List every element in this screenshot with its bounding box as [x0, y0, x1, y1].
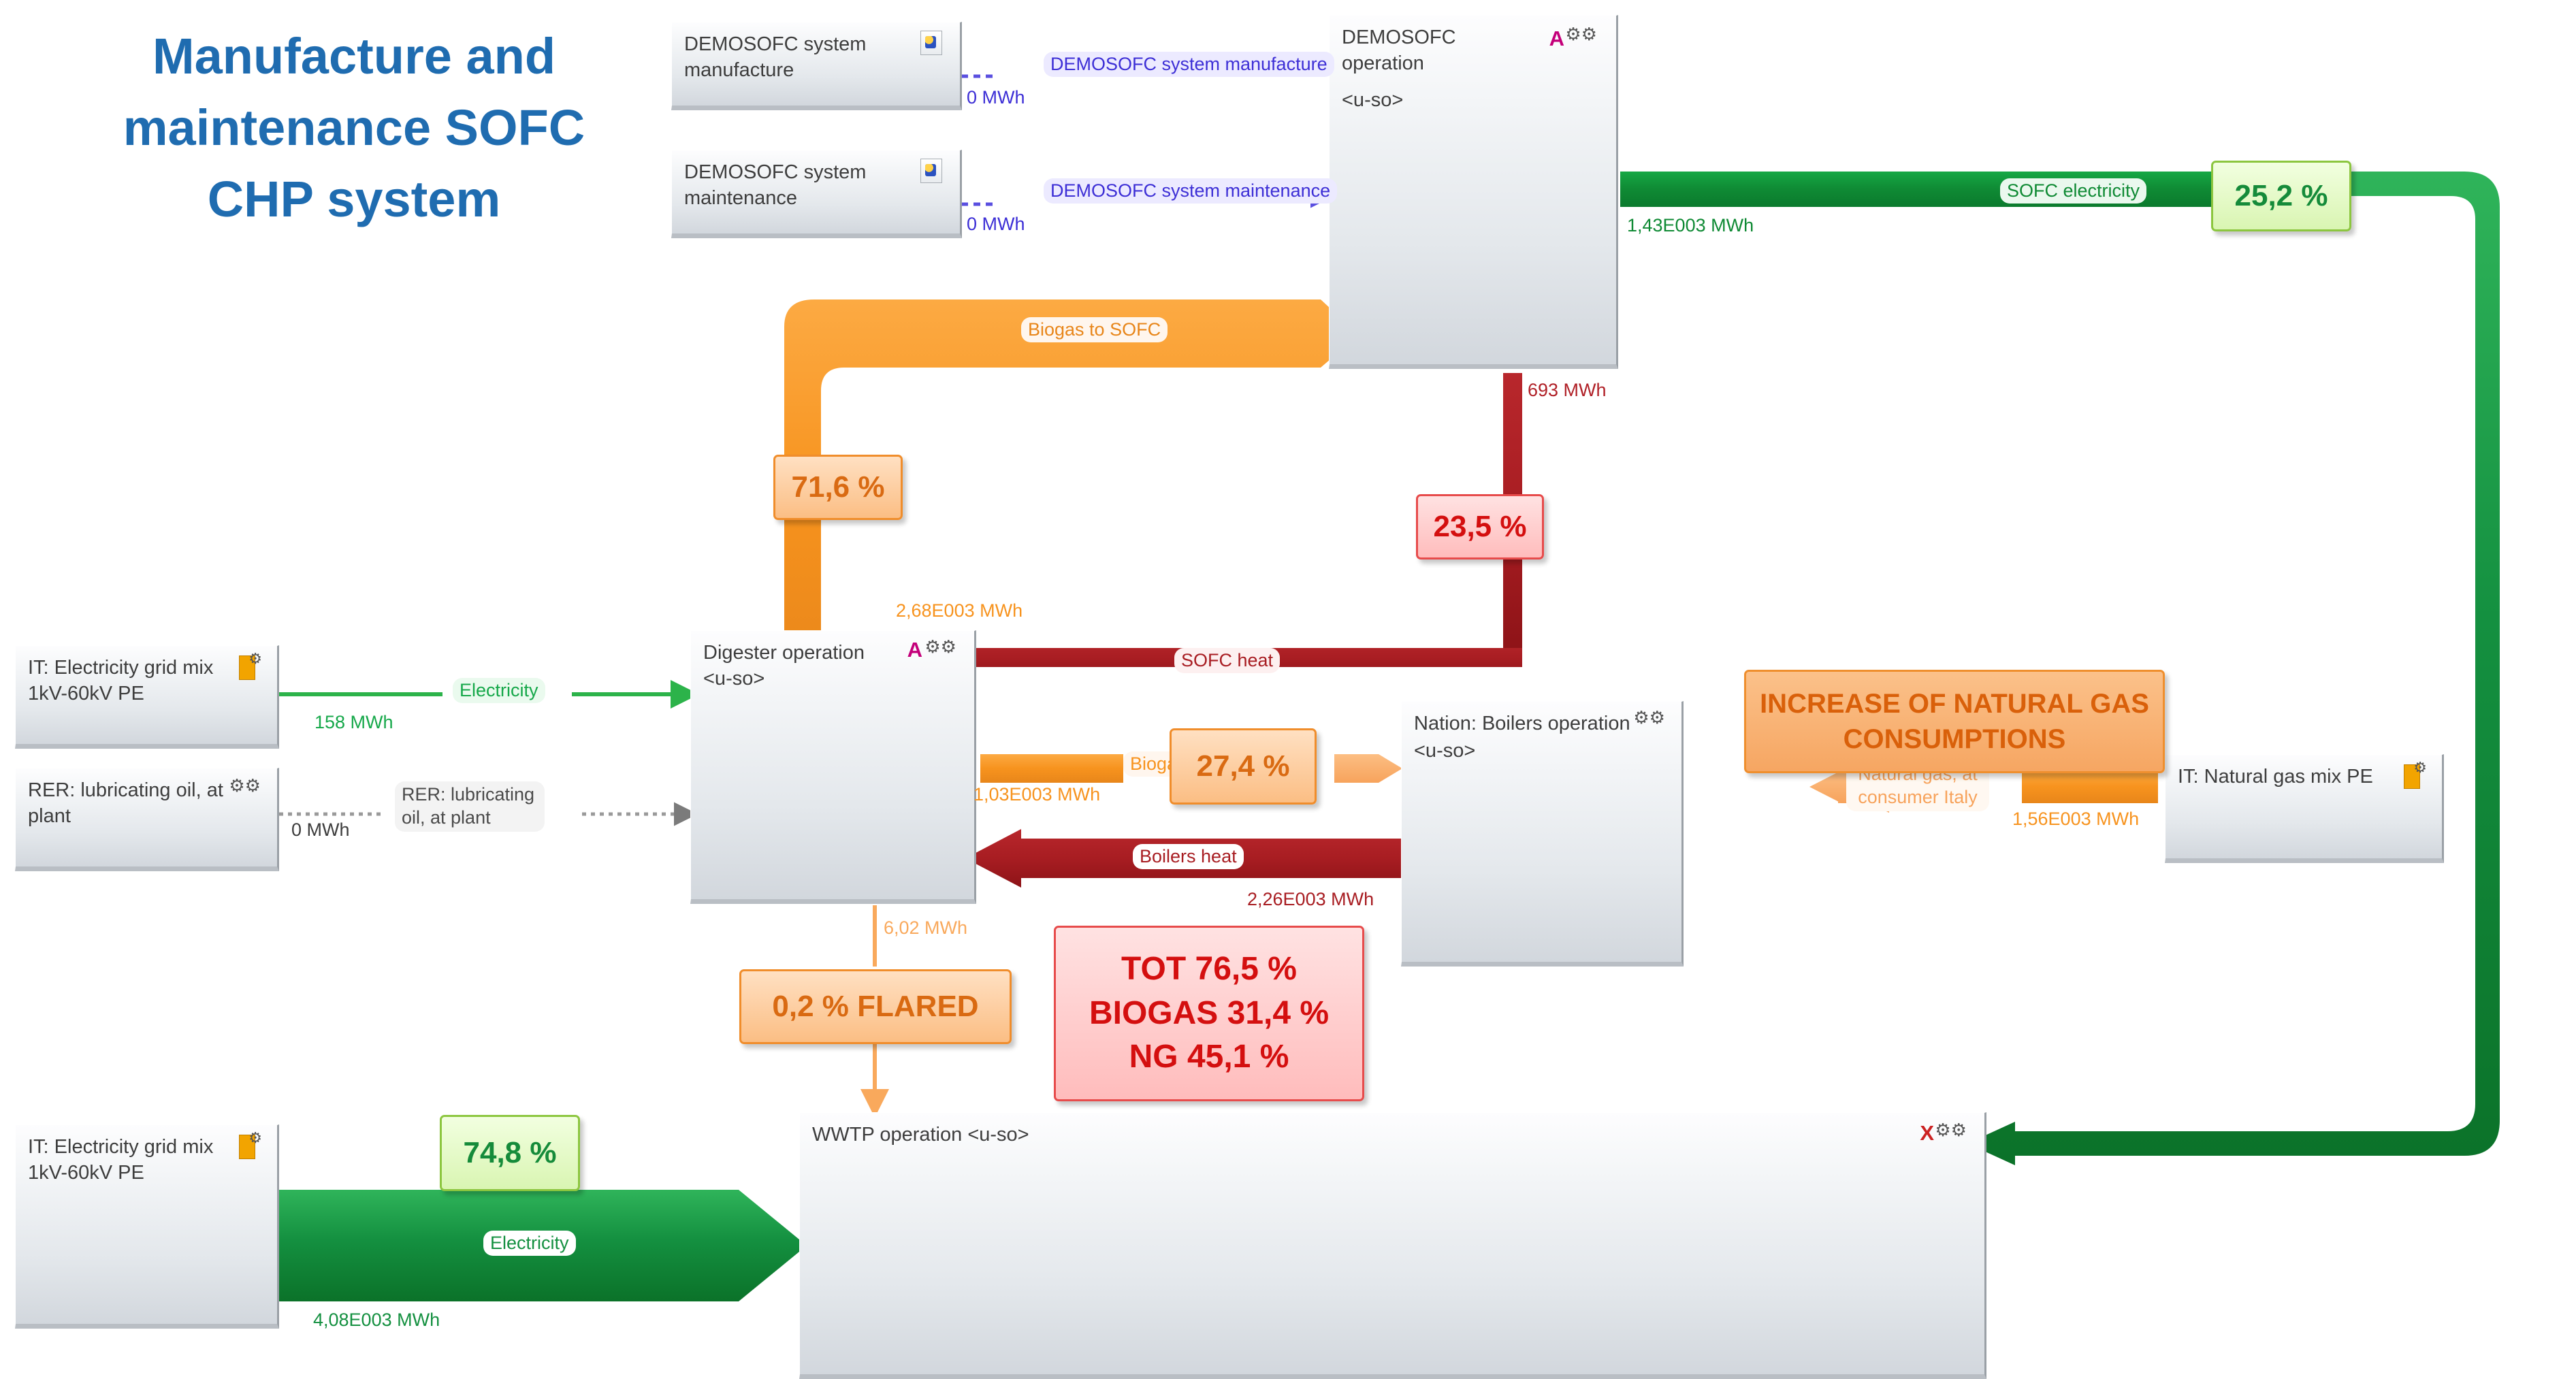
- process-natural-gas-mix[interactable]: IT: Natural gas mix PE ⚙: [2165, 754, 2444, 863]
- flow-value-biogas-boilers: 1,03E003 MWh: [973, 784, 1101, 805]
- flow-value-boilers-heat: 2,26E003 MWh: [1247, 889, 1374, 909]
- process-title: IT: Electricity grid mix 1kV-60kV PE: [28, 657, 214, 704]
- flow-label-lubricating-oil: RER: lubricating oil, at plant: [395, 781, 545, 832]
- chain-icon[interactable]: ⚙⚙: [1935, 1120, 1967, 1141]
- flow-label-sofc-heat: SOFC heat: [1174, 648, 1281, 673]
- flow-label-demosofc-manufacture: DEMOSOFC system manufacture: [1044, 52, 1334, 77]
- flow-label-sofc-electricity: SOFC electricity: [2000, 178, 2147, 204]
- flow-value-demosofc-manufacture: 0 MWh: [967, 87, 1025, 108]
- callout-totals-line-1: TOT 76,5 %: [1121, 950, 1297, 987]
- callout-natural-gas-note: INCREASE OF NATURAL GAS CONSUMPTIONS: [1744, 670, 2165, 773]
- callout-totals-line-3: NG 45,1 %: [1129, 1039, 1289, 1075]
- document-icon: [920, 159, 942, 183]
- gear-icon: ⚙: [248, 1129, 262, 1146]
- callout-totals: TOT 76,5 % BIOGAS 31,4 % NG 45,1 %: [1054, 926, 1364, 1101]
- flow-label-biogas-to-sofc: Biogas to SOFC: [1021, 317, 1168, 342]
- flow-value-biogas-to-sofc: 2,68E003 MWh: [896, 600, 1023, 621]
- process-subtitle: <u-so>: [1414, 740, 1476, 762]
- process-demosofc-maintenance[interactable]: DEMOSOFC system maintenance: [671, 150, 962, 238]
- gear-icon: ⚙: [2413, 759, 2427, 776]
- callout-biogas-boilers-percent: 27,4 %: [1170, 728, 1317, 805]
- callout-flared-percent: 0,2 % FLARED: [739, 969, 1012, 1044]
- flow-value-natural-gas: 1,56E003 MWh: [2012, 809, 2140, 829]
- document-icon: [920, 31, 942, 55]
- process-digester-operation[interactable]: Digester operation <u-so> A ⚙⚙: [690, 630, 976, 904]
- callout-sofc-heat-percent: 23,5 %: [1416, 494, 1544, 559]
- process-title: WWTP operation <u-so>: [812, 1124, 1029, 1146]
- process-title: IT: Natural gas mix PE: [2178, 766, 2373, 788]
- process-subtitle: <u-so>: [1342, 89, 1404, 111]
- diagram-canvas: Manufacture and maintenance SOFC CHP sys…: [0, 0, 2576, 1379]
- flow-value-sofc-electricity: 1,43E003 MWh: [1627, 215, 1754, 236]
- process-lubricating-oil[interactable]: RER: lubricating oil, at plant ⚙⚙: [15, 768, 279, 871]
- flow-label-electricity-wwtp: Electricity: [483, 1231, 576, 1256]
- gear-icon: ⚙: [248, 650, 262, 667]
- flow-value-electricity-digester: 158 MWh: [315, 712, 393, 732]
- process-title: IT: Electricity grid mix 1kV-60kV PE: [28, 1136, 214, 1184]
- process-subtitle: <u-so>: [703, 668, 765, 690]
- chain-icon[interactable]: ⚙⚙: [1565, 24, 1597, 45]
- status-marker-x: X: [1920, 1121, 1934, 1145]
- flow-label-boilers-heat: Boilers heat: [1133, 844, 1244, 869]
- process-demosofc-manufacture[interactable]: DEMOSOFC system manufacture: [671, 22, 962, 110]
- flow-value-sofc-heat: 693 MWh: [1528, 380, 1607, 400]
- process-wwtp-operation[interactable]: WWTP operation <u-so> X ⚙⚙: [799, 1112, 1986, 1379]
- status-marker-a: A: [1549, 27, 1564, 50]
- process-demosofc-operation[interactable]: DEMOSOFC operation <u-so> A ⚙⚙: [1329, 15, 1618, 369]
- callout-totals-line-2: BIOGAS 31,4 %: [1089, 994, 1330, 1031]
- process-grid-mix-bottom[interactable]: IT: Electricity grid mix 1kV-60kV PE ⚙: [15, 1124, 279, 1329]
- flow-value-electricity-wwtp: 4,08E003 MWh: [313, 1310, 440, 1330]
- chain-icon[interactable]: ⚙⚙: [1633, 707, 1665, 728]
- process-title: RER: lubricating oil, at plant: [28, 779, 223, 827]
- callout-sofc-electricity-percent: 25,2 %: [2211, 161, 2351, 231]
- process-title: DEMOSOFC system maintenance: [684, 161, 867, 209]
- flow-value-demosofc-maintenance: 0 MWh: [967, 214, 1025, 234]
- sofc-electricity-arrow: [1620, 172, 2500, 1165]
- callout-biogas-to-sofc-percent: 71,6 %: [773, 455, 903, 520]
- process-boilers-operation[interactable]: Nation: Boilers operation <u-so> ⚙⚙: [1401, 701, 1684, 967]
- flow-label-demosofc-maintenance: DEMOSOFC system maintenance: [1044, 178, 1338, 204]
- process-title: Nation: Boilers operation: [1414, 713, 1630, 734]
- process-title: Digester operation: [703, 642, 865, 664]
- flow-label-electricity-digester: Electricity: [453, 678, 545, 703]
- flow-value-lubricating-oil: 0 MWh: [291, 820, 350, 840]
- process-title: DEMOSOFC operation: [1342, 27, 1456, 74]
- status-marker-a: A: [907, 638, 922, 662]
- chain-icon[interactable]: ⚙⚙: [924, 636, 956, 658]
- chain-icon[interactable]: ⚙⚙: [229, 775, 261, 796]
- process-grid-mix-top[interactable]: IT: Electricity grid mix 1kV-60kV PE ⚙: [15, 645, 279, 749]
- callout-grid-electricity-percent: 74,8 %: [440, 1115, 580, 1191]
- flow-value-flared-biogas: 6,02 MWh: [884, 918, 968, 938]
- process-title: DEMOSOFC system manufacture: [684, 33, 867, 81]
